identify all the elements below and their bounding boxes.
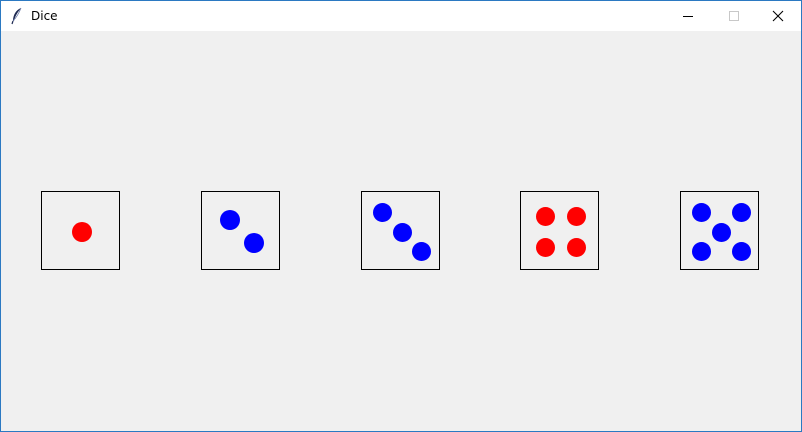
maximize-icon <box>728 10 740 22</box>
feather-icon <box>10 7 24 25</box>
die-pip <box>711 222 731 242</box>
title-bar[interactable]: Dice <box>1 1 801 31</box>
minimize-icon <box>682 10 694 22</box>
die-pip <box>535 206 555 226</box>
die-pip <box>691 202 711 222</box>
die-1 <box>41 191 120 270</box>
dice-canvas <box>1 31 801 431</box>
maximize-button[interactable] <box>711 1 757 31</box>
die-pip <box>72 222 92 242</box>
die-pip <box>566 206 586 226</box>
window-title: Dice <box>31 9 58 23</box>
die-pip <box>392 222 412 242</box>
die-5 <box>680 191 759 270</box>
close-button[interactable] <box>755 1 801 31</box>
die-pip <box>535 237 555 257</box>
die-pip <box>220 210 240 230</box>
die-pip <box>566 237 586 257</box>
minimize-button[interactable] <box>665 1 711 31</box>
die-pip <box>731 241 751 261</box>
die-pip <box>731 202 751 222</box>
die-pip <box>691 241 711 261</box>
die-3 <box>361 191 440 270</box>
close-icon <box>772 10 784 22</box>
die-4 <box>520 191 599 270</box>
die-pip <box>244 233 264 253</box>
die-pip <box>411 241 431 261</box>
dice-window: Dice <box>0 0 802 432</box>
die-2 <box>201 191 280 270</box>
die-pip <box>372 202 392 222</box>
